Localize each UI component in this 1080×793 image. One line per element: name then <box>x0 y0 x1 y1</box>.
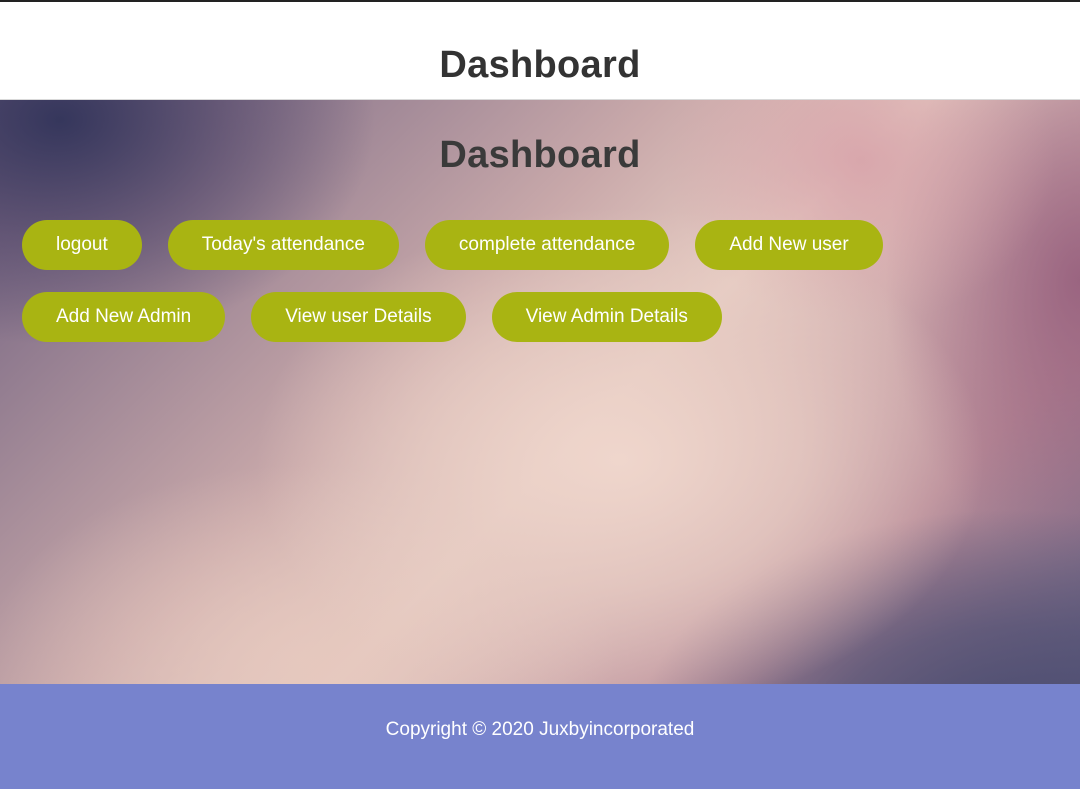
view-user-details-button[interactable]: View user Details <box>251 292 466 342</box>
bottom-strip <box>0 789 1080 793</box>
blurred-background-image <box>0 100 1080 684</box>
button-row-secondary: Add New Admin View user Details View Adm… <box>22 292 722 342</box>
page-title: Dashboard <box>439 44 641 86</box>
logout-button[interactable]: logout <box>22 220 142 270</box>
todays-attendance-button[interactable]: Today's attendance <box>167 220 399 270</box>
button-row-primary: logout Today's attendance complete atten… <box>22 220 883 270</box>
copyright-text: Copyright © 2020 Juxbyincorporated <box>385 719 695 740</box>
view-admin-details-button[interactable]: View Admin Details <box>491 292 722 342</box>
page-header: Dashboard <box>0 2 1080 100</box>
complete-attendance-button[interactable]: complete attendance <box>424 220 670 270</box>
dashboard-panel: Dashboard logout Today's attendance comp… <box>0 100 1080 684</box>
page-footer: Copyright © 2020 Juxbyincorporated <box>0 684 1080 789</box>
dashboard-heading: Dashboard <box>439 134 641 176</box>
add-new-admin-button[interactable]: Add New Admin <box>22 292 226 342</box>
add-new-user-button[interactable]: Add New user <box>695 220 883 270</box>
